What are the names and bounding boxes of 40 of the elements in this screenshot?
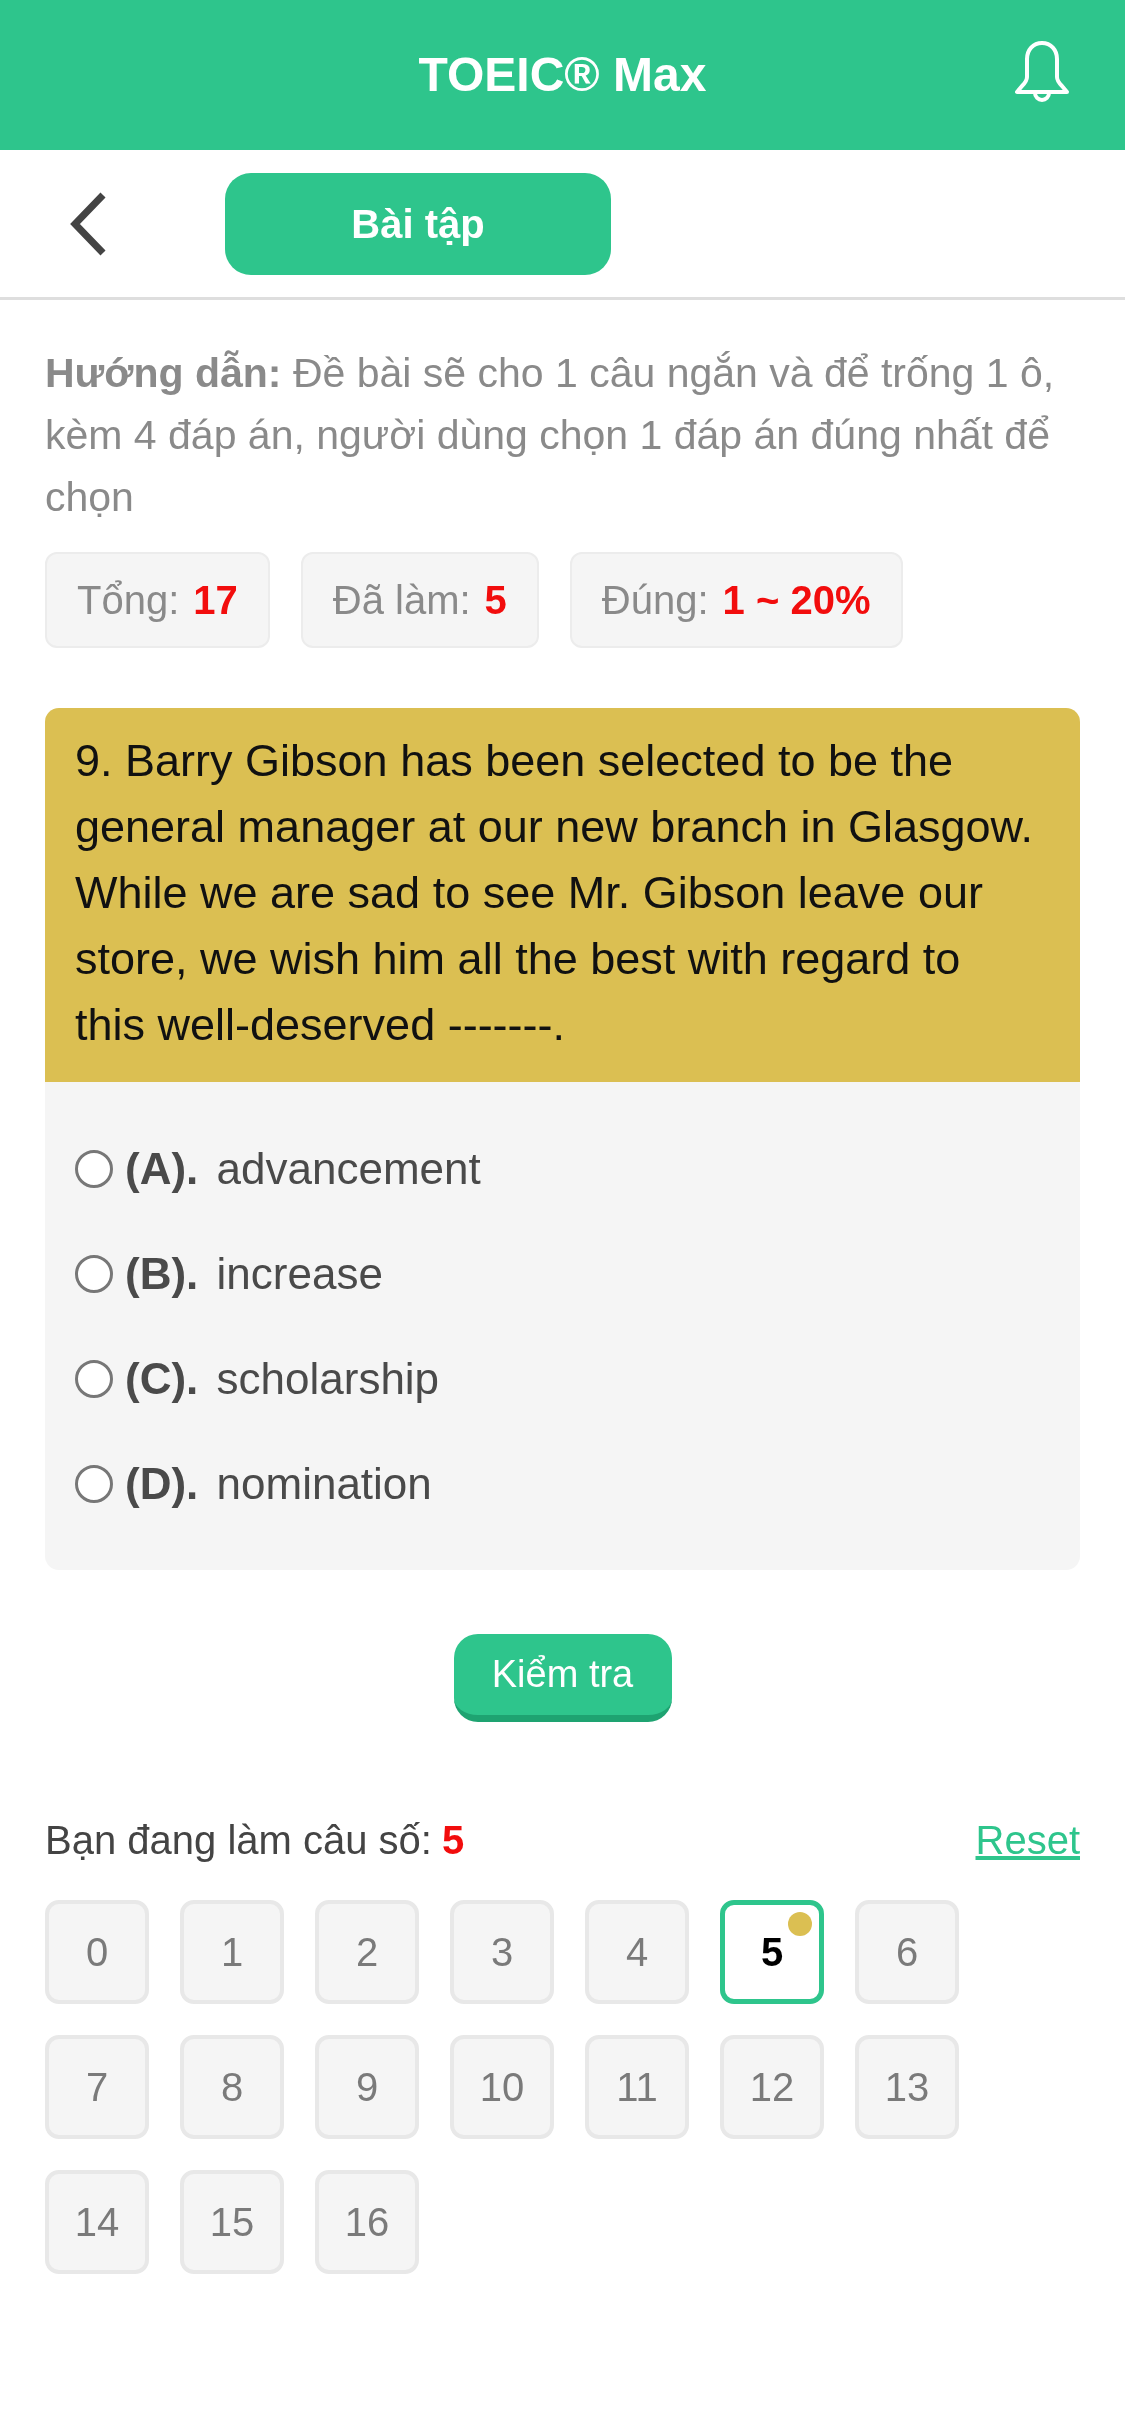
question-number-button[interactable]: 9 bbox=[315, 2035, 419, 2139]
stat-value: 5 bbox=[484, 577, 507, 624]
stat-label: Đã làm: bbox=[332, 577, 471, 624]
question-number-button[interactable]: 10 bbox=[450, 2035, 554, 2139]
stat-value: 1 ~ 20% bbox=[722, 577, 871, 624]
question-number-button[interactable]: 6 bbox=[855, 1900, 959, 2004]
question-number-button[interactable]: 8 bbox=[180, 2035, 284, 2139]
progress-label: Bạn đang làm câu số: bbox=[45, 1817, 432, 1864]
stat-label: Đúng: bbox=[601, 577, 709, 624]
instructions-text: Hướng dẫn: Đề bài sẽ cho 1 câu ngắn và để trống 1 ô, kèm 4 đáp án, người dùng chọn 1 đáp án đúng nhất để chọn bbox=[45, 349, 1056, 522]
question-number-button[interactable]: 4 bbox=[585, 1900, 689, 2004]
question-number-button[interactable]: 5 bbox=[720, 1900, 824, 2004]
question-number-button[interactable]: 12 bbox=[720, 2035, 824, 2139]
question-number-button[interactable]: 13 bbox=[855, 2035, 959, 2139]
answer-option[interactable]: (B). increase bbox=[75, 1221, 383, 1326]
radio-unchecked-icon[interactable] bbox=[75, 1149, 113, 1188]
back-icon[interactable] bbox=[68, 190, 108, 257]
question-number-button[interactable]: 11 bbox=[585, 2035, 689, 2139]
stat-label: Tổng: bbox=[77, 577, 180, 624]
question-number-button[interactable]: 3 bbox=[450, 1900, 554, 2004]
section-button[interactable]: Bài tập bbox=[225, 172, 611, 275]
check-button[interactable]: Kiểm tra bbox=[453, 1634, 672, 1722]
question-number-button[interactable]: 0 bbox=[45, 1900, 149, 2004]
answer-option[interactable]: (A). advancement bbox=[75, 1116, 481, 1221]
reset-link[interactable]: Reset bbox=[975, 1810, 1080, 1870]
radio-unchecked-icon[interactable] bbox=[75, 1254, 113, 1293]
answer-option[interactable]: (C). scholarship bbox=[75, 1326, 440, 1431]
question-number-button[interactable]: 7 bbox=[45, 2035, 149, 2139]
question-number-button[interactable]: 14 bbox=[45, 2170, 149, 2274]
answer-option[interactable]: (D). nomination bbox=[75, 1431, 432, 1536]
stat-value: 17 bbox=[193, 577, 238, 624]
current-question-number: 5 bbox=[441, 1817, 465, 1864]
question-number-button[interactable]: 2 bbox=[315, 1900, 419, 2004]
app-title: TOEIC® Max bbox=[418, 51, 707, 99]
question-number-button[interactable]: 15 bbox=[180, 2170, 284, 2274]
question-number-button[interactable]: 1 bbox=[180, 1900, 284, 2004]
radio-unchecked-icon[interactable] bbox=[75, 1464, 113, 1503]
question-text: 9. Barry Gibson has been selected to be the general manager at our new branch in Glasgow. While we are sad to see Mr. Gibson leave our store, we wish him all the best with regard to this well-deserved -------. bbox=[75, 734, 1035, 1052]
question-number-button[interactable]: 16 bbox=[315, 2170, 419, 2274]
radio-unchecked-icon[interactable] bbox=[75, 1359, 113, 1398]
